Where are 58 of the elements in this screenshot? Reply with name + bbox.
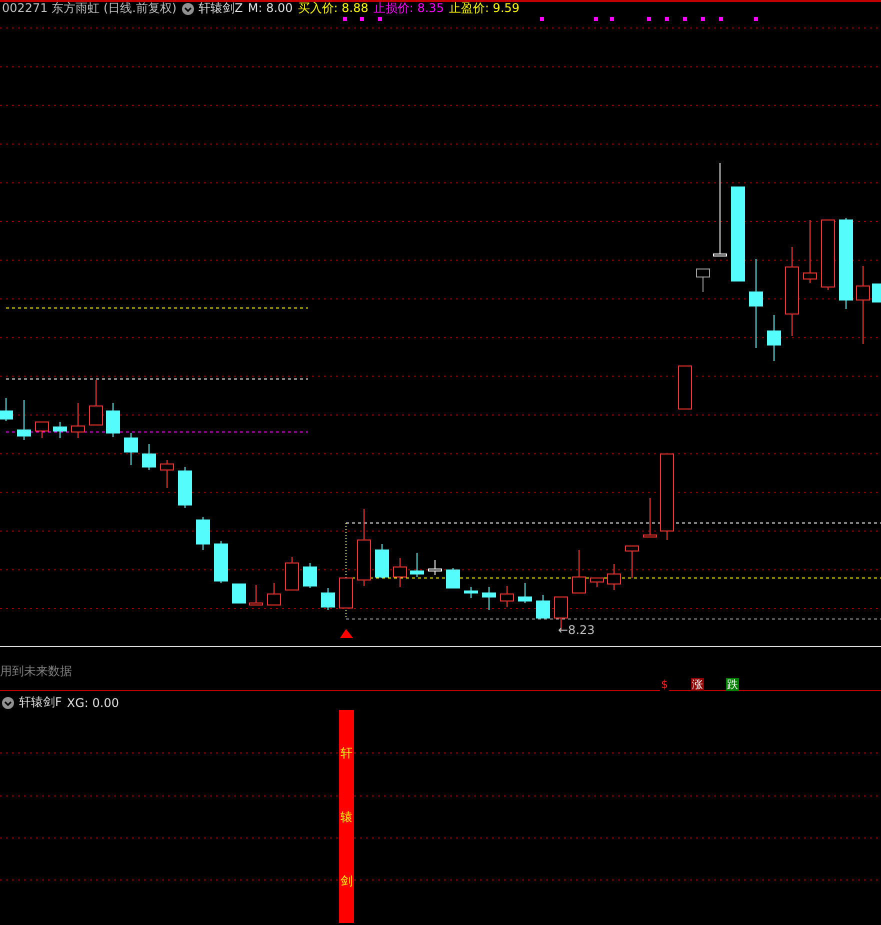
- candlestick: [106, 402, 120, 438]
- candlestick: [0, 398, 13, 422]
- candlestick: [196, 516, 210, 550]
- stock-title: 002271 东方雨虹 (日线.前复权): [2, 2, 177, 15]
- signal-badge: 跌: [726, 678, 739, 691]
- candlestick: [160, 460, 174, 488]
- candlestick: [607, 564, 621, 590]
- signal-badge: 涨: [691, 678, 704, 691]
- candlestick: [53, 422, 67, 438]
- price-label: 止盈价: 9.59: [448, 2, 520, 15]
- candlestick: [249, 584, 263, 606]
- candlestick: [872, 284, 881, 302]
- candlestick: [142, 444, 156, 470]
- buy-arrow-icon: [340, 629, 353, 638]
- candlestick: [500, 586, 514, 608]
- candlestick: [446, 568, 460, 588]
- warning-text: 用到未来数据: [0, 663, 72, 680]
- candlestick: [482, 586, 496, 610]
- candlestick: [35, 422, 49, 438]
- candlestick: [767, 314, 781, 362]
- candlestick: [518, 582, 532, 604]
- candlestick: [232, 584, 246, 604]
- candlestick: [696, 268, 710, 292]
- candlestick: [303, 562, 317, 588]
- candlestick: [410, 552, 424, 578]
- dropdown-icon[interactable]: [182, 2, 194, 14]
- indicator-value: M: 8.00: [248, 2, 293, 15]
- candlestick: [375, 544, 389, 578]
- candlestick: [178, 466, 192, 508]
- candlestick: [803, 220, 817, 284]
- low-price-label: ←8.23: [558, 623, 595, 637]
- candlestick: [214, 540, 228, 584]
- candlestick: [285, 556, 299, 590]
- price-label: 止损价: 8.35: [373, 2, 444, 15]
- price-label: 买入价: 8.88: [298, 2, 368, 15]
- indicator-name: 轩辕剑F: [19, 694, 62, 711]
- candlestick: [71, 402, 85, 438]
- candlestick: [590, 578, 604, 588]
- signal-badge: $: [660, 678, 669, 691]
- candlestick: [464, 586, 478, 598]
- candlestick: [821, 220, 835, 290]
- candlestick: [89, 380, 103, 426]
- candlestick: [572, 550, 586, 594]
- bar-label: 轩辕剑: [340, 744, 352, 890]
- candlestick: [678, 366, 692, 410]
- candlestick: [643, 498, 657, 538]
- candlestick: [393, 558, 407, 588]
- candlestick: [321, 588, 335, 610]
- candlestick: [267, 582, 281, 606]
- candlestick: [428, 560, 442, 576]
- candlestick: [339, 578, 353, 608]
- candlestick: [17, 400, 31, 440]
- candlestick: [625, 546, 639, 578]
- candlestick: [124, 432, 138, 466]
- indicator-name: 轩辕剑Z: [198, 2, 243, 15]
- candlestick: [536, 594, 550, 618]
- dropdown-icon[interactable]: [2, 696, 14, 708]
- indicator-value: XG: 0.00: [66, 696, 120, 710]
